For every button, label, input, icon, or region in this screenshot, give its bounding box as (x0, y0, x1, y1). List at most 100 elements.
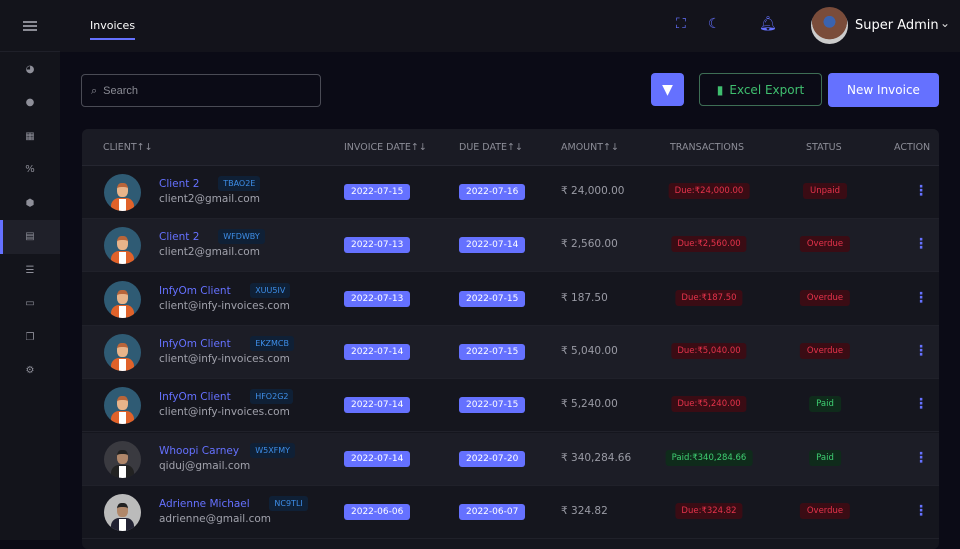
settings-icon: ⚙ (26, 365, 35, 376)
sidebar-item-payments[interactable]: ▭ (0, 287, 60, 321)
sidebar-item-dashboard[interactable]: ◕ (0, 52, 60, 86)
filter-button[interactable]: ▼ (651, 73, 684, 106)
invoice-code-badge[interactable]: WFDWBY (218, 229, 265, 244)
table-row: Whoopi Carney W5XFMY qiduj@gmail.com 202… (82, 433, 939, 486)
sidebar-item-settings[interactable]: ⚙ (0, 354, 60, 388)
invoice-code-badge[interactable]: TBAO2E (218, 176, 260, 191)
sidebar-item-taxes[interactable]: % (0, 153, 60, 187)
dark-mode-moon-icon[interactable]: ☾ (708, 16, 721, 32)
invoice-code-badge[interactable]: XUU5IV (250, 283, 290, 298)
header-action: ACTION (894, 142, 930, 153)
transaction-badge: Paid:₹340,284.66 (666, 450, 753, 466)
client-name-link[interactable]: InfyOm Client (159, 285, 231, 297)
invoice-date-badge: 2022-06-06 (344, 504, 410, 520)
more-actions-icon[interactable]: ⋮ (914, 397, 928, 411)
more-actions-icon[interactable]: ⋮ (914, 184, 928, 198)
amount: ₹ 340,284.66 (561, 452, 631, 464)
client-name-link[interactable]: Whoopi Carney (159, 445, 239, 457)
chevron-down-icon[interactable]: ⌄ (940, 16, 950, 30)
client-email: client2@gmail.com (159, 246, 260, 258)
due-date-badge: 2022-07-14 (459, 237, 525, 253)
sidebar-item-invoices[interactable]: ▤ (0, 220, 60, 254)
amount: ₹ 2,560.00 (561, 238, 618, 250)
client-email: client@infy-invoices.com (159, 353, 290, 365)
search-icon: ⌕ (91, 84, 97, 98)
invoices-table: CLIENT↑↓ INVOICE DATE↑↓ DUE DATE↑↓ AMOUN… (82, 129, 939, 549)
sidebar-item-products[interactable]: ▦ (0, 119, 60, 153)
more-actions-icon[interactable]: ⋮ (914, 237, 928, 251)
invoice-date-badge: 2022-07-13 (344, 291, 410, 307)
status-badge: Paid (809, 396, 841, 412)
invoice-code-badge[interactable]: NC9TLI (269, 496, 307, 511)
header-amount[interactable]: AMOUNT↑↓ (561, 142, 619, 153)
invoice-date-badge: 2022-07-15 (344, 184, 410, 200)
due-date-badge: 2022-07-15 (459, 291, 525, 307)
sidebar-item-quotes[interactable]: ☰ (0, 253, 60, 287)
notification-bell-icon[interactable]: 🔔︎ (759, 16, 777, 32)
invoice-code-badge[interactable]: W5XFMY (250, 443, 295, 458)
client-name-link[interactable]: Adrienne Michael (159, 498, 250, 510)
invoices-icon: ▤ (25, 231, 34, 242)
status-badge: Overdue (800, 343, 850, 359)
dashboard-icon: ◕ (26, 64, 35, 75)
client-name-link[interactable]: Client 2 (159, 178, 199, 190)
due-date-badge: 2022-07-15 (459, 397, 525, 413)
transaction-badge: Due:₹324.82 (675, 503, 742, 519)
more-actions-icon[interactable]: ⋮ (914, 291, 928, 305)
user-name[interactable]: Super Admin (855, 18, 939, 33)
status-badge: Overdue (800, 503, 850, 519)
table-row: Client 2 TBAO2E client2@gmail.com 2022-0… (82, 166, 939, 219)
table-row: InfyOm Client HFO2G2 client@infy-invoice… (82, 379, 939, 432)
transaction-badge: Due:₹187.50 (675, 290, 742, 306)
table-row: InfyOm Client XUU5IV client@infy-invoice… (82, 273, 939, 326)
clients-icon: ● (26, 97, 35, 108)
sidebar-item-transactions[interactable]: ❐ (0, 320, 60, 354)
due-date-badge: 2022-07-15 (459, 344, 525, 360)
sidebar-item-categories[interactable]: ⬢ (0, 186, 60, 220)
excel-export-label: Excel Export (729, 83, 804, 97)
due-date-badge: 2022-07-20 (459, 451, 525, 467)
invoice-date-badge: 2022-07-14 (344, 451, 410, 467)
new-invoice-button[interactable]: New Invoice (828, 73, 939, 107)
invoice-code-badge[interactable]: EKZMCB (250, 336, 294, 351)
client-avatar (104, 227, 141, 264)
transactions-icon: ❐ (26, 332, 35, 343)
user-avatar[interactable] (811, 7, 848, 44)
client-name-link[interactable]: InfyOm Client (159, 391, 231, 403)
more-actions-icon[interactable]: ⋮ (914, 504, 928, 518)
invoice-date-badge: 2022-07-14 (344, 344, 410, 360)
invoice-code-badge[interactable]: HFO2G2 (250, 389, 293, 404)
filter-funnel-icon: ▼ (662, 82, 673, 98)
products-icon: ▦ (25, 131, 34, 142)
amount: ₹ 5,040.00 (561, 345, 618, 357)
client-avatar (104, 441, 141, 478)
search-field[interactable]: ⌕ (81, 74, 321, 107)
transaction-badge: Due:₹24,000.00 (669, 183, 750, 199)
fullscreen-icon[interactable]: ⛶ (676, 16, 686, 32)
transaction-badge: Due:₹5,040.00 (671, 343, 746, 359)
due-date-badge: 2022-07-16 (459, 184, 525, 200)
client-email: adrienne@gmail.com (159, 513, 271, 525)
menu-toggle-button[interactable] (0, 0, 60, 52)
client-name-link[interactable]: Client 2 (159, 231, 199, 243)
sidebar-item-clients[interactable]: ● (0, 86, 60, 120)
sidebar: ◕ ● ▦%⬢ ▤ ☰▭ ❐ ⚙ (0, 0, 60, 540)
more-actions-icon[interactable]: ⋮ (914, 344, 928, 358)
table-header: CLIENT↑↓ INVOICE DATE↑↓ DUE DATE↑↓ AMOUN… (82, 129, 939, 166)
client-avatar (104, 334, 141, 371)
transaction-badge: Due:₹2,560.00 (671, 236, 746, 252)
amount: ₹ 187.50 (561, 292, 608, 304)
more-actions-icon[interactable]: ⋮ (914, 451, 928, 465)
client-name-link[interactable]: InfyOm Client (159, 338, 231, 350)
search-input[interactable] (103, 85, 303, 97)
invoice-date-badge: 2022-07-13 (344, 237, 410, 253)
header-invoice-date[interactable]: INVOICE DATE↑↓ (344, 142, 427, 153)
tab-invoices[interactable]: Invoices (90, 19, 135, 32)
table-row: Adrienne Michael NC9TLI adrienne@gmail.c… (82, 486, 939, 539)
excel-export-button[interactable]: ▮Excel Export (699, 73, 822, 106)
header-client[interactable]: CLIENT↑↓ (103, 142, 153, 153)
client-email: qiduj@gmail.com (159, 460, 250, 472)
client-email: client@infy-invoices.com (159, 406, 290, 418)
table-row: Client 2 WFDWBY client2@gmail.com 2022-0… (82, 219, 939, 272)
header-due-date[interactable]: DUE DATE↑↓ (459, 142, 523, 153)
